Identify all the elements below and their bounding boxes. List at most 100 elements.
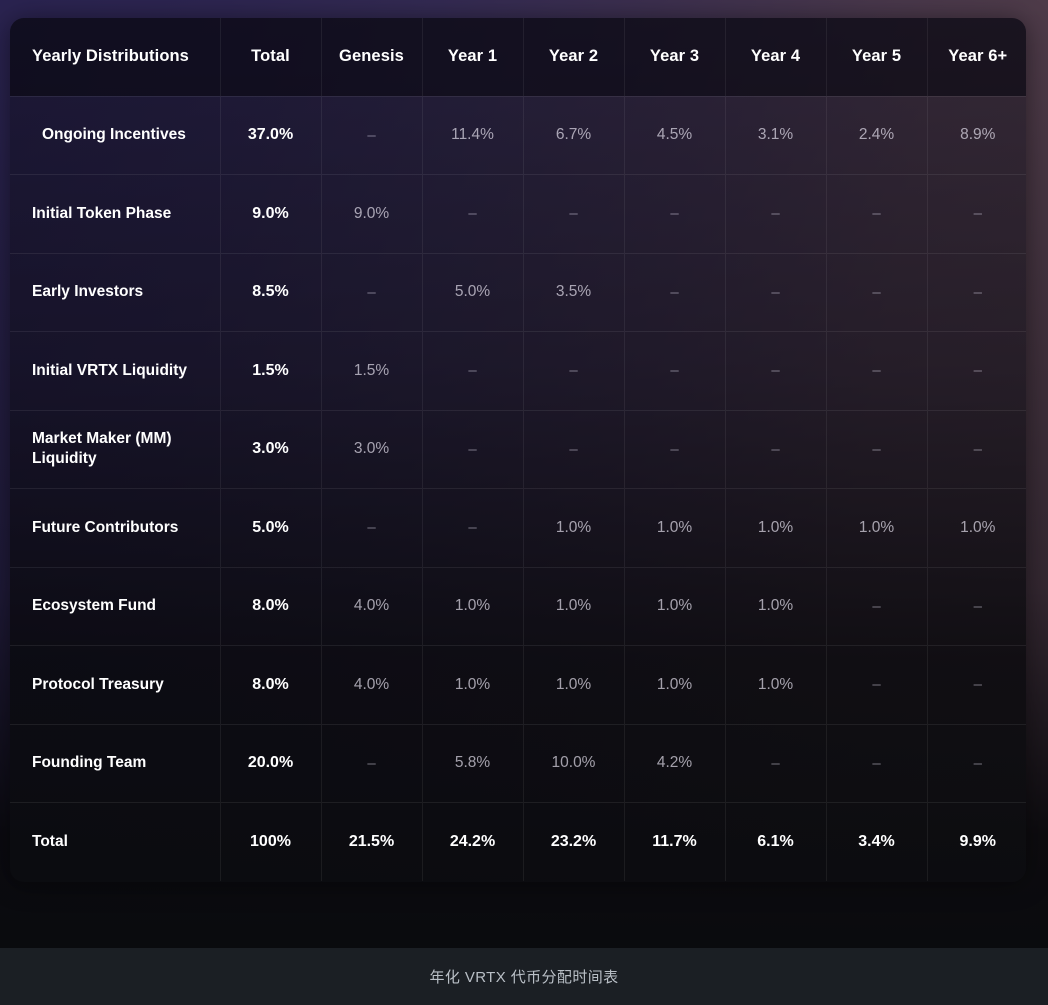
cell-year-5: 1.0% [826, 489, 927, 568]
row-label: Future Contributors [10, 489, 220, 568]
column-header-yearly-distributions[interactable]: Yearly Distributions [10, 18, 220, 96]
cell-genesis: 9.0% [321, 175, 422, 254]
cell-year-3: 11.7% [624, 803, 725, 882]
cell-year-2: 1.0% [523, 646, 624, 725]
column-header-total[interactable]: Total [220, 18, 321, 96]
cell-year-6: 1.0% [927, 489, 1026, 568]
table-row[interactable]: Initial VRTX Liquidity1.5%1.5%–––––– [10, 332, 1026, 411]
cell-year-1: 5.8% [422, 724, 523, 803]
column-header-year-1[interactable]: Year 1 [422, 18, 523, 96]
cell-year-5: – [826, 567, 927, 646]
cell-total: 1.5% [220, 332, 321, 411]
cell-genesis: 1.5% [321, 332, 422, 411]
cell-year-4: – [725, 175, 826, 254]
caption-bar: 年化 VRTX 代币分配时间表 [0, 948, 1048, 1005]
cell-year-6: – [927, 175, 1026, 254]
cell-year-2: 10.0% [523, 724, 624, 803]
cell-total: 20.0% [220, 724, 321, 803]
cell-total: 8.0% [220, 646, 321, 725]
column-header-year-6[interactable]: Year 6+ [927, 18, 1026, 96]
cell-year-2: – [523, 175, 624, 254]
cell-year-3: 1.0% [624, 646, 725, 725]
cell-total: 37.0% [220, 96, 321, 175]
distribution-table-card: Yearly DistributionsTotalGenesisYear 1Ye… [10, 18, 1026, 882]
cell-year-2: 1.0% [523, 567, 624, 646]
column-header-year-4[interactable]: Year 4 [725, 18, 826, 96]
cell-total: 8.5% [220, 253, 321, 332]
cell-genesis: 3.0% [321, 410, 422, 489]
cell-year-5: – [826, 332, 927, 411]
cell-year-3: – [624, 253, 725, 332]
cell-genesis: – [321, 96, 422, 175]
cell-genesis: 4.0% [321, 567, 422, 646]
table-header: Yearly DistributionsTotalGenesisYear 1Ye… [10, 18, 1026, 96]
cell-year-2: 6.7% [523, 96, 624, 175]
yearly-distributions-table: Yearly DistributionsTotalGenesisYear 1Ye… [10, 18, 1026, 881]
column-header-year-3[interactable]: Year 3 [624, 18, 725, 96]
table-row[interactable]: Initial Token Phase9.0%9.0%–––––– [10, 175, 1026, 254]
cell-year-4: 6.1% [725, 803, 826, 882]
table-row[interactable]: Early Investors8.5%–5.0%3.5%–––– [10, 253, 1026, 332]
cell-genesis: – [321, 253, 422, 332]
table-body: Ongoing Incentives37.0%–11.4%6.7%4.5%3.1… [10, 96, 1026, 881]
row-label: Initial Token Phase [10, 175, 220, 254]
cell-year-4: 1.0% [725, 489, 826, 568]
row-label: Ecosystem Fund [10, 567, 220, 646]
cell-year-1: 1.0% [422, 567, 523, 646]
cell-year-4: 3.1% [725, 96, 826, 175]
cell-year-2: 3.5% [523, 253, 624, 332]
cell-year-3: 4.2% [624, 724, 725, 803]
cell-year-3: – [624, 410, 725, 489]
cell-year-5: – [826, 724, 927, 803]
table-row-total[interactable]: Total100%21.5%24.2%23.2%11.7%6.1%3.4%9.9… [10, 803, 1026, 882]
cell-year-3: 1.0% [624, 567, 725, 646]
cell-year-3: – [624, 332, 725, 411]
cell-year-4: – [725, 410, 826, 489]
cell-year-3: 4.5% [624, 96, 725, 175]
table-row[interactable]: Future Contributors5.0%––1.0%1.0%1.0%1.0… [10, 489, 1026, 568]
cell-total: 100% [220, 803, 321, 882]
cell-year-5: – [826, 646, 927, 725]
cell-year-5: 2.4% [826, 96, 927, 175]
cell-year-5: – [826, 175, 927, 254]
cell-genesis: 21.5% [321, 803, 422, 882]
cell-year-1: – [422, 410, 523, 489]
cell-year-4: – [725, 724, 826, 803]
column-header-year-5[interactable]: Year 5 [826, 18, 927, 96]
table-row[interactable]: Market Maker (MM) Liquidity3.0%3.0%–––––… [10, 410, 1026, 489]
cell-year-2: 23.2% [523, 803, 624, 882]
cell-year-2: – [523, 332, 624, 411]
cell-year-2: 1.0% [523, 489, 624, 568]
row-label: Total [10, 803, 220, 882]
row-label: Market Maker (MM) Liquidity [10, 410, 220, 489]
row-label: Founding Team [10, 724, 220, 803]
table-row[interactable]: Protocol Treasury8.0%4.0%1.0%1.0%1.0%1.0… [10, 646, 1026, 725]
table-row[interactable]: Ecosystem Fund8.0%4.0%1.0%1.0%1.0%1.0%–– [10, 567, 1026, 646]
table-row[interactable]: Founding Team20.0%–5.8%10.0%4.2%––– [10, 724, 1026, 803]
screenshot-root: Yearly DistributionsTotalGenesisYear 1Ye… [0, 0, 1048, 1005]
cell-year-3: 1.0% [624, 489, 725, 568]
column-header-genesis[interactable]: Genesis [321, 18, 422, 96]
cell-year-6: – [927, 410, 1026, 489]
column-header-year-2[interactable]: Year 2 [523, 18, 624, 96]
cell-year-1: – [422, 489, 523, 568]
cell-year-1: – [422, 332, 523, 411]
cell-year-1: 11.4% [422, 96, 523, 175]
row-label: Protocol Treasury [10, 646, 220, 725]
cell-total: 3.0% [220, 410, 321, 489]
cell-genesis: – [321, 489, 422, 568]
cell-year-6: 8.9% [927, 96, 1026, 175]
header-row: Yearly DistributionsTotalGenesisYear 1Ye… [10, 18, 1026, 96]
row-label: Initial VRTX Liquidity [10, 332, 220, 411]
cell-genesis: – [321, 724, 422, 803]
cell-year-1: 1.0% [422, 646, 523, 725]
cell-year-1: – [422, 175, 523, 254]
table-row[interactable]: Ongoing Incentives37.0%–11.4%6.7%4.5%3.1… [10, 96, 1026, 175]
cell-year-6: – [927, 646, 1026, 725]
caption-text: 年化 VRTX 代币分配时间表 [429, 966, 618, 987]
cell-year-5: – [826, 253, 927, 332]
cell-year-4: 1.0% [725, 646, 826, 725]
row-label: Early Investors [10, 253, 220, 332]
cell-year-5: 3.4% [826, 803, 927, 882]
cell-year-4: – [725, 332, 826, 411]
